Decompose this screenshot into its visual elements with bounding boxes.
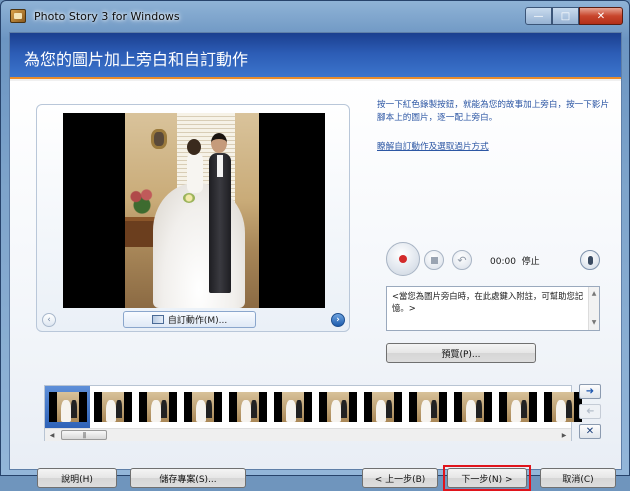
help-button[interactable]: 說明(H): [37, 468, 117, 488]
thumbnail-image: [498, 392, 537, 422]
title-bar[interactable]: Photo Story 3 for Windows — □ ✕: [1, 1, 629, 33]
wizard-client-area: 為您的圖片加上旁白和自訂動作 ‹ 自訂動作(M)... › 按一下紅色錄製按鈕，…: [9, 32, 622, 491]
window-title: Photo Story 3 for Windows: [34, 10, 180, 23]
filmstrip-thumbnail[interactable]: [270, 386, 315, 428]
filmstrip-thumbnails: [45, 386, 585, 428]
thumbnail-image: [543, 392, 582, 422]
thumbnail-image: [408, 392, 447, 422]
filmstrip: ◀ ||| ▶: [44, 385, 582, 441]
record-button[interactable]: [386, 242, 420, 276]
filmstrip-thumbnail[interactable]: [135, 386, 180, 428]
filmstrip-thumbnail[interactable]: [45, 386, 90, 428]
save-project-button[interactable]: 儲存專案(S)...: [130, 468, 246, 488]
record-icon: [399, 255, 407, 263]
microphone-icon: [587, 255, 593, 265]
arrow-left-icon: ➜: [585, 406, 595, 417]
scroll-right-icon[interactable]: ▶: [558, 430, 570, 440]
delete-icon: ✕: [585, 426, 595, 437]
back-button[interactable]: < 上一步(B): [362, 468, 438, 488]
learn-custom-motion-link[interactable]: 瞭解自訂動作及選取過片方式: [377, 140, 489, 152]
previous-picture-button[interactable]: ‹: [42, 313, 56, 327]
narration-notes-input[interactable]: <當您為圖片旁白時，在此處鍵入附註，可幫助您記憶。> ▲ ▼: [386, 286, 600, 331]
film-icon: [151, 315, 164, 324]
remove-picture-button[interactable]: ✕: [579, 424, 601, 439]
thumbnail-image: [48, 392, 87, 422]
close-button[interactable]: ✕: [579, 7, 623, 25]
move-right-button[interactable]: ➜: [579, 384, 601, 399]
filmstrip-thumbnail[interactable]: [405, 386, 450, 428]
thumbnail-image: [93, 392, 132, 422]
thumbnail-image: [228, 392, 267, 422]
arrow-right-icon: ➜: [585, 386, 595, 397]
instructions-text: 按一下紅色錄製按鈕，就能為您的故事加上旁白，按一下影片腳本上的圖片，逐一配上旁白…: [377, 100, 610, 123]
notes-scrollbar[interactable]: ▲ ▼: [588, 287, 599, 330]
stop-icon: [430, 256, 438, 264]
thumbnail-image: [183, 392, 222, 422]
thumbnail-image: [138, 392, 177, 422]
minimize-button[interactable]: —: [525, 7, 552, 25]
next-picture-button[interactable]: ›: [331, 313, 345, 327]
preview-stage: [63, 113, 325, 308]
filmstrip-thumbnail[interactable]: [90, 386, 135, 428]
microphone-settings-button[interactable]: [580, 250, 600, 270]
scroll-up-icon: ▲: [591, 290, 597, 297]
filmstrip-thumbnail[interactable]: [495, 386, 540, 428]
undo-button[interactable]: ↶: [452, 250, 472, 270]
custom-motion-label: 自訂動作(M)...: [167, 316, 228, 326]
cancel-button[interactable]: 取消(C): [540, 468, 616, 488]
scrollbar-thumb[interactable]: |||: [61, 430, 107, 440]
maximize-button[interactable]: □: [552, 7, 579, 25]
filmstrip-scrollbar[interactable]: ◀ ||| ▶: [45, 428, 571, 441]
recording-status: 00:00 停止: [490, 254, 540, 267]
app-window: Photo Story 3 for Windows — □ ✕ 為您的圖片加上旁…: [0, 0, 630, 491]
stop-button[interactable]: [424, 250, 444, 270]
narration-recorder: ↶ 00:00 停止: [386, 242, 603, 277]
filmstrip-thumbnail[interactable]: [315, 386, 360, 428]
thumbnail-image: [363, 392, 402, 422]
window-controls: — □ ✕: [525, 7, 623, 25]
scroll-left-icon[interactable]: ◀: [46, 430, 58, 440]
filmstrip-thumbnail[interactable]: [225, 386, 270, 428]
recording-time: 00:00: [490, 257, 516, 267]
recording-state: 停止: [521, 257, 540, 267]
filmstrip-thumbnail[interactable]: [180, 386, 225, 428]
step-title: 為您的圖片加上旁白和自訂動作: [24, 50, 249, 69]
custom-motion-button[interactable]: 自訂動作(M)...: [123, 311, 256, 328]
picture-preview-pane: ‹ 自訂動作(M)... ›: [36, 104, 350, 332]
thumbnail-image: [273, 392, 312, 422]
notes-text: <當您為圖片旁白時，在此處鍵入附註，可幫助您記憶。>: [392, 291, 584, 313]
next-button-highlight: 下一步(N) >: [443, 465, 531, 491]
scroll-down-icon: ▼: [591, 319, 597, 326]
filmstrip-thumbnail[interactable]: [360, 386, 405, 428]
thumbnail-image: [318, 392, 357, 422]
wizard-content: ‹ 自訂動作(M)... › 按一下紅色錄製按鈕，就能為您的故事加上旁白，按一下…: [10, 81, 621, 491]
preview-image: [125, 113, 259, 308]
filmstrip-thumbnail[interactable]: [450, 386, 495, 428]
undo-icon: ↶: [457, 253, 467, 267]
preview-button[interactable]: 預覽(P)...: [386, 343, 536, 363]
next-button[interactable]: 下一步(N) >: [447, 468, 527, 488]
step-banner: 為您的圖片加上旁白和自訂動作: [10, 33, 621, 79]
thumbnail-image: [453, 392, 492, 422]
move-left-button[interactable]: ➜: [579, 404, 601, 419]
photo-story-app-icon: [10, 9, 26, 23]
